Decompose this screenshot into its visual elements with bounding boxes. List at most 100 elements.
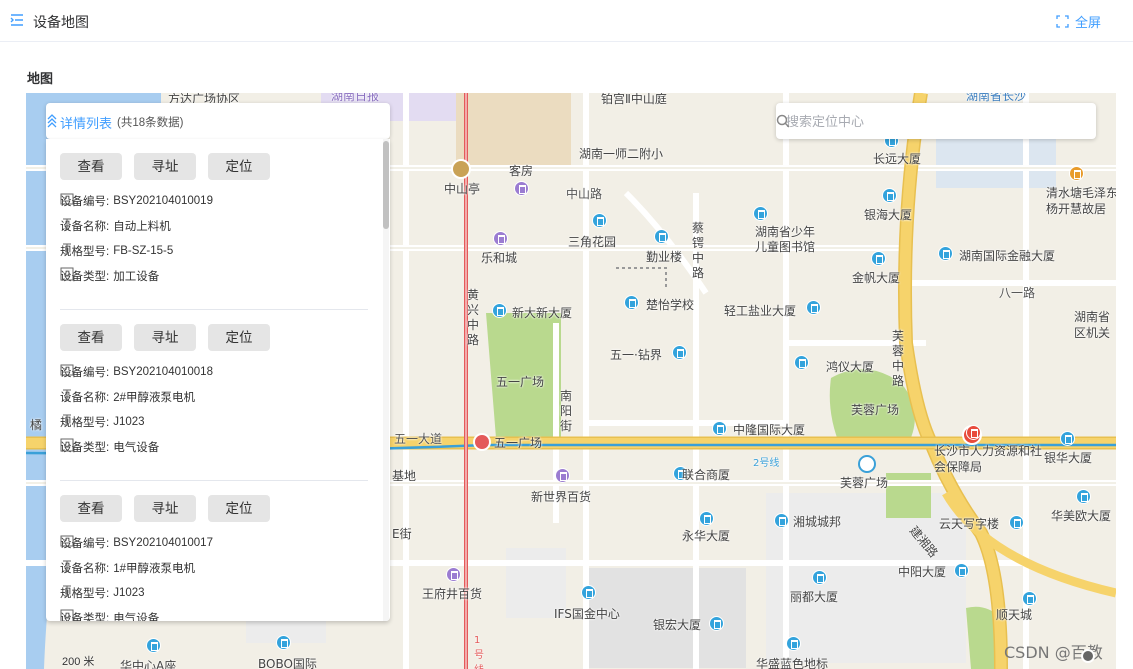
- poi-icon[interactable]: [954, 563, 969, 578]
- map-label: E街: [392, 527, 412, 541]
- locate-address-button[interactable]: 寻址: [134, 324, 196, 351]
- view-button[interactable]: 查看: [60, 495, 122, 522]
- device-type-value: 加工设备: [113, 271, 160, 283]
- double-chevron-up-icon[interactable]: [46, 112, 58, 128]
- device-name-row: 设备名称: 2#甲醇液泵电机: [60, 388, 195, 406]
- device-card: 查看 寻址 定位 设备编号: BSY202104010018 设备名称: 2#甲…: [46, 310, 382, 481]
- poi-icon[interactable]: [709, 616, 724, 631]
- view-button[interactable]: 查看: [60, 153, 122, 180]
- locate-address-button[interactable]: 寻址: [134, 495, 196, 522]
- poi-icon[interactable]: [514, 181, 529, 196]
- menu-fold-icon[interactable]: [10, 13, 24, 27]
- poi-icon[interactable]: [446, 567, 461, 582]
- poi-icon[interactable]: [871, 251, 886, 266]
- poi-icon[interactable]: [624, 295, 639, 310]
- map-label: 金帆大厦: [852, 271, 901, 285]
- map-label: 银宏大厦: [653, 618, 702, 632]
- device-name-value: 1#甲醇液泵电机: [113, 563, 195, 575]
- device-name-row: 设备名称: 自动上料机: [60, 217, 171, 235]
- location-search-input[interactable]: [786, 111, 1056, 131]
- page-title: 设备地图: [33, 14, 89, 30]
- map-label: 南阳街: [560, 389, 573, 433]
- poi-icon[interactable]: [592, 213, 607, 228]
- device-name-value: 自动上料机: [113, 221, 171, 233]
- scrollbar-track[interactable]: [383, 139, 389, 621]
- device-type-row: 设备类型: 加工设备: [60, 267, 159, 285]
- poi-icon[interactable]: [1076, 489, 1091, 504]
- scrollbar-thumb[interactable]: [383, 141, 389, 229]
- map-label: 铂宫Ⅱ中山庭: [601, 93, 667, 106]
- poi-icon[interactable]: [555, 468, 570, 483]
- map-label: 长远大厦: [873, 152, 922, 166]
- locate-address-button[interactable]: 寻址: [134, 153, 196, 180]
- device-model-row: 规格型号: J1023: [60, 584, 145, 602]
- poi-icon[interactable]: [812, 570, 827, 585]
- map-label: 芙蓉广场: [840, 476, 889, 490]
- map-label: 楚怡学校: [646, 298, 695, 312]
- search-icon[interactable]: [776, 114, 790, 128]
- poi-icon[interactable]: [492, 303, 507, 318]
- map-label: 中山亭: [444, 182, 481, 196]
- poi-icon[interactable]: [654, 229, 669, 244]
- fullscreen-label: 全屏: [1074, 15, 1101, 30]
- map-label: 黄兴中路: [467, 288, 480, 347]
- poi-icon[interactable]: [753, 206, 768, 221]
- poi-icon[interactable]: [1069, 166, 1084, 181]
- map-canvas[interactable]: 方达广场协区 湖南日报 铂宫Ⅱ中山庭 湖南省长沙 中山亭 客房 中山路 湖南一师…: [26, 93, 1116, 669]
- map-label: 永华大厦: [682, 529, 731, 543]
- poi-icon[interactable]: [146, 638, 161, 653]
- device-model-row: 规格型号: FB-SZ-15-5: [60, 242, 173, 260]
- poi-icon[interactable]: [806, 300, 821, 315]
- map-label: 轻工盐业大厦: [724, 304, 797, 318]
- map-label: 银华大厦: [1044, 451, 1093, 465]
- poi-icon[interactable]: [882, 188, 897, 203]
- poi-icon[interactable]: [699, 511, 714, 526]
- id-card-icon: [60, 535, 74, 547]
- text-cursor-icon: [63, 560, 71, 572]
- map-label: 云天写字楼: [939, 517, 1000, 531]
- poi-icon[interactable]: [966, 425, 981, 440]
- map-label: 橘: [30, 418, 43, 432]
- detail-list-count: (共18条数据): [117, 117, 184, 129]
- map-label: 长沙市人力资源和社会保障局: [934, 444, 1043, 474]
- poi-icon[interactable]: [672, 345, 687, 360]
- poi-icon[interactable]: [493, 231, 508, 246]
- device-code-value: BSY202104010019: [113, 195, 213, 207]
- poi-icon[interactable]: [1009, 515, 1024, 530]
- poi-icon[interactable]: [774, 513, 789, 528]
- map-label: 银海大厦: [864, 208, 913, 222]
- position-button[interactable]: 定位: [208, 495, 270, 522]
- poi-icon[interactable]: [712, 421, 727, 436]
- fullscreen-button[interactable]: 全屏: [1056, 12, 1101, 31]
- poi-icon[interactable]: [1060, 431, 1075, 446]
- text-cursor-icon: [63, 414, 71, 426]
- map-label: 三角花园: [568, 235, 617, 249]
- map-control-icon[interactable]: [1081, 649, 1095, 663]
- device-type-row: 设备类型: 电气设备: [60, 609, 159, 621]
- device-code-row: 设备编号: BSY202104010018: [60, 363, 213, 381]
- map-label: 芙蓉中路: [892, 329, 905, 388]
- map-label: 湖南国际金融大厦: [959, 249, 1056, 263]
- map-label: 中阳大厦: [898, 565, 947, 579]
- poi-icon[interactable]: [1022, 591, 1037, 606]
- poi-icon[interactable]: [938, 246, 953, 261]
- map-label: 乐和城: [481, 251, 518, 265]
- poi-icon[interactable]: [794, 355, 809, 370]
- poi-icon[interactable]: [786, 636, 801, 651]
- map-label: 王府井百货: [422, 587, 483, 601]
- map-label: 联合商厦: [682, 468, 731, 482]
- device-name-value: 2#甲醇液泵电机: [113, 392, 195, 404]
- detail-list-panel[interactable]: 查看 寻址 定位 设备编号: BSY202104010019 设备名称: 自动上…: [46, 139, 390, 621]
- map-label: 五一大道: [394, 432, 443, 446]
- map-label: 1号线: [474, 635, 484, 669]
- poi-icon[interactable]: [581, 585, 596, 600]
- device-code-row: 设备编号: BSY202104010017: [60, 534, 213, 552]
- poi-icon[interactable]: [276, 635, 291, 650]
- device-card: 查看 寻址 定位 设备编号: BSY202104010019 设备名称: 自动上…: [46, 139, 382, 310]
- position-button[interactable]: 定位: [208, 324, 270, 351]
- view-button[interactable]: 查看: [60, 324, 122, 351]
- dropdown-box-icon: [60, 438, 74, 452]
- map-label: 顺天城: [996, 608, 1033, 622]
- map-label: 湖南省区机关: [1074, 310, 1111, 340]
- position-button[interactable]: 定位: [208, 153, 270, 180]
